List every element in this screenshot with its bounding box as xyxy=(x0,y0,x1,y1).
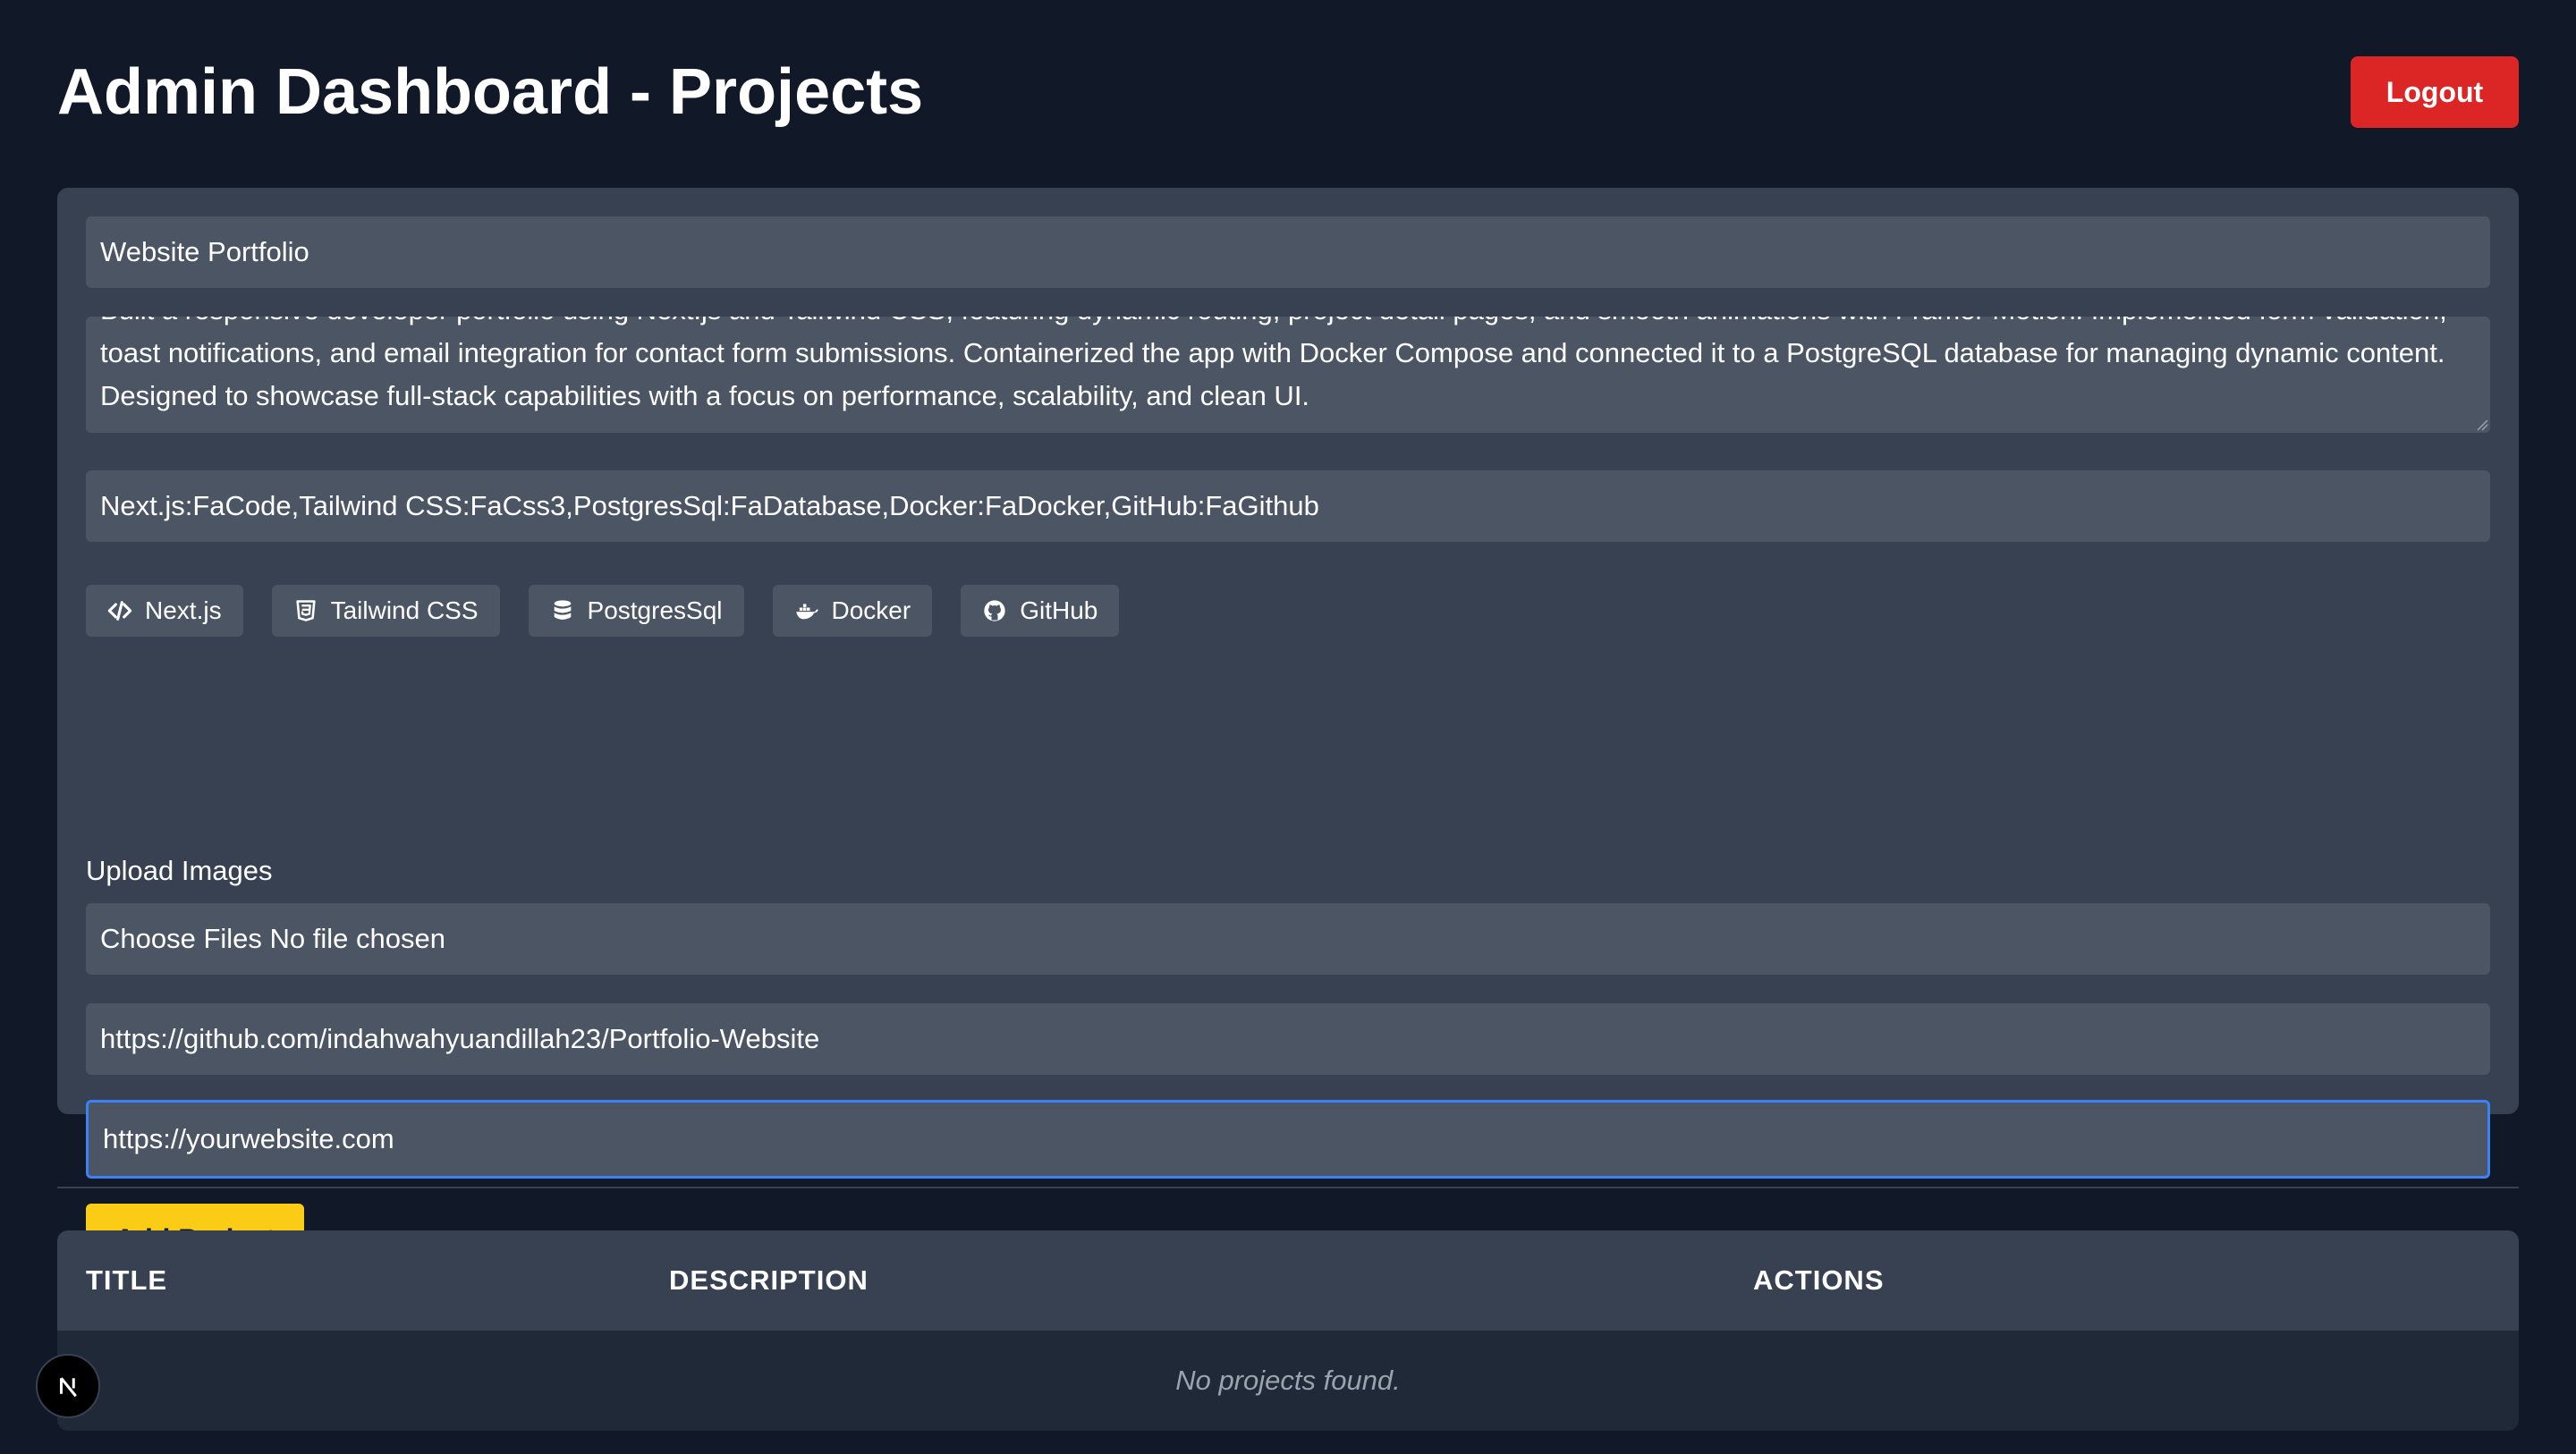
column-header-description: DESCRIPTION xyxy=(669,1264,869,1296)
nextjs-dev-badge[interactable] xyxy=(36,1354,100,1418)
empty-state-message: No projects found. xyxy=(1175,1365,1401,1396)
live-url-input[interactable]: https://yourwebsite.com xyxy=(86,1100,2490,1179)
tech-chip-label: PostgresSql xyxy=(587,596,723,624)
live-url-placeholder: https://yourwebsite.com xyxy=(103,1123,394,1154)
column-header-actions: ACTIONS xyxy=(1753,1264,1885,1296)
tech-chip-label: Next.js xyxy=(145,596,222,624)
title-input-value: Website Portfolio xyxy=(100,236,309,267)
table-header: TITLE DESCRIPTION ACTIONS xyxy=(57,1230,2519,1331)
projects-table: TITLE DESCRIPTION ACTIONS No projects fo… xyxy=(57,1230,2519,1431)
database-icon xyxy=(554,600,571,620)
page-title: Admin Dashboard - Projects xyxy=(57,56,924,128)
file-upload-input[interactable]: Choose Files No file chosen xyxy=(86,903,2490,975)
project-form: Website Portfolio Built a responsive dev… xyxy=(57,188,2519,1275)
github-url-value: https://github.com/indahwahyuandillah23/… xyxy=(100,1023,820,1054)
tech-chip-nextjs: Next.js xyxy=(86,585,243,637)
nextjs-logo-icon xyxy=(60,1377,77,1398)
tech-chip-tailwind: Tailwind CSS xyxy=(271,585,500,637)
description-textarea[interactable]: Built a responsive developer portfolio u… xyxy=(86,317,2490,433)
title-input[interactable]: Website Portfolio xyxy=(86,216,2490,288)
tech-chip-label: GitHub xyxy=(1020,596,1098,624)
css3-icon xyxy=(295,600,316,621)
admin-dashboard-page: Admin Dashboard - Projects Logout Websit… xyxy=(0,0,2576,1454)
code-icon xyxy=(107,601,132,621)
resize-grip-icon[interactable] xyxy=(2474,417,2488,431)
logout-button[interactable]: Logout xyxy=(2351,56,2519,128)
docker-icon xyxy=(795,604,818,620)
header: Admin Dashboard - Projects Logout xyxy=(57,55,2519,129)
tech-chip-label: Tailwind CSS xyxy=(330,596,479,624)
upload-images-label: Upload Images xyxy=(86,855,273,886)
column-header-title: TITLE xyxy=(86,1264,168,1296)
tech-chip-label: Docker xyxy=(831,596,911,624)
github-url-input[interactable]: https://github.com/indahwahyuandillah23/… xyxy=(86,1003,2490,1075)
github-icon xyxy=(984,600,1005,621)
file-upload-text: Choose Files No file chosen xyxy=(100,923,445,954)
tech-chip-postgres: PostgresSql xyxy=(528,585,744,637)
technologies-input[interactable]: Next.js:FaCode,Tailwind CSS:FaCss3,Postg… xyxy=(86,470,2490,542)
technologies-input-value: Next.js:FaCode,Tailwind CSS:FaCss3,Postg… xyxy=(100,490,1319,521)
tech-chip-github: GitHub xyxy=(961,585,1120,637)
tech-chips: Next.js Tailwind CSS PostgresSql Docker … xyxy=(86,585,1120,637)
description-text: Built a responsive developer portfolio u… xyxy=(100,317,2447,411)
section-divider xyxy=(57,1187,2519,1188)
tech-chip-docker: Docker xyxy=(772,585,933,637)
